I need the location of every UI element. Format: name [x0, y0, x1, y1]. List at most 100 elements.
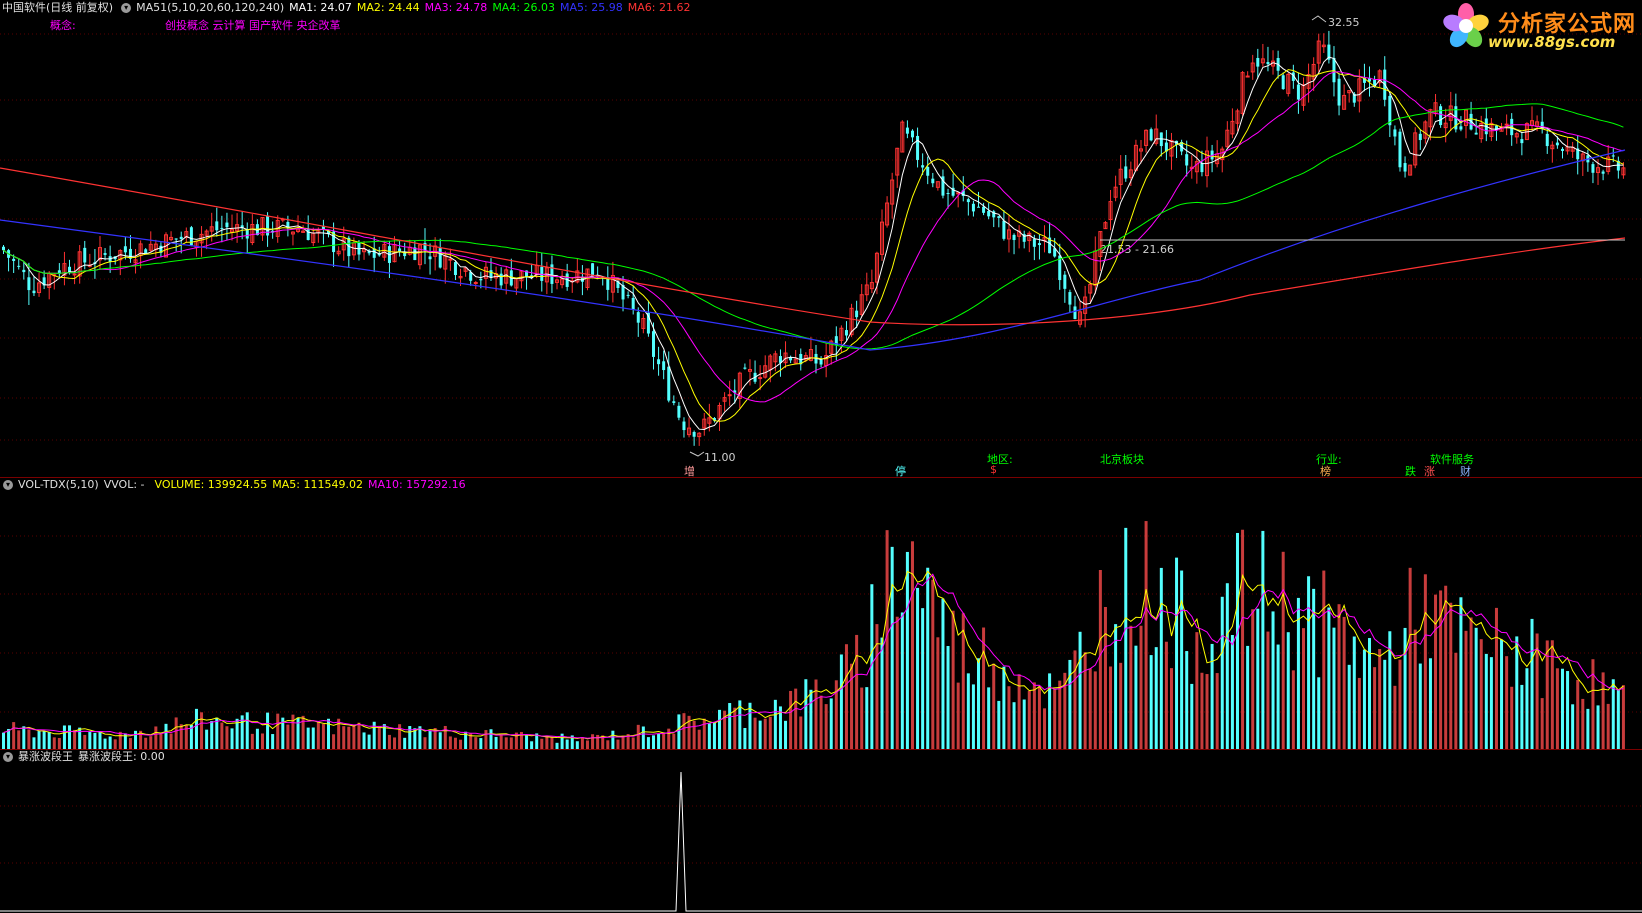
volume-bar [453, 737, 457, 749]
volume-bar [159, 733, 163, 749]
volume-bar [1418, 663, 1422, 749]
volume-bar [1362, 649, 1366, 749]
volume-bar [1175, 557, 1179, 749]
candle-body [489, 270, 493, 278]
volume-bar [789, 690, 793, 749]
volume-bar [921, 608, 925, 749]
volume-bar [728, 703, 732, 749]
candle-body [428, 256, 432, 260]
candle-body [971, 203, 975, 212]
volume-bar [489, 729, 493, 749]
volume-bar [773, 699, 777, 749]
volume-bar [118, 731, 122, 749]
volume-bar [839, 654, 843, 749]
high-marker [1311, 15, 1327, 23]
volume-bar [1342, 616, 1346, 749]
candle-body [1398, 131, 1402, 168]
volume-bar [916, 587, 920, 749]
volume-bar [362, 732, 366, 749]
volume-bar [210, 721, 214, 749]
volume-bar [977, 658, 980, 749]
volume-bar [1454, 652, 1458, 749]
volume-bar [200, 712, 204, 749]
candle-body [987, 211, 991, 217]
volume-bar [255, 728, 259, 749]
volume-bar [910, 541, 914, 749]
candle-body [636, 312, 640, 323]
volume-bar [1327, 607, 1331, 749]
volume-bar [1479, 639, 1483, 749]
volume-bar [1053, 689, 1057, 749]
volume-bar [1220, 596, 1224, 749]
volume-bar [332, 734, 336, 749]
volume-bar [128, 738, 132, 749]
volume-bar [799, 716, 803, 749]
volume-bar [850, 663, 854, 749]
volume-bar [1043, 708, 1047, 749]
volume-bar [875, 624, 879, 749]
volume-bar [260, 733, 264, 749]
volume-bar [1510, 686, 1514, 749]
candle-body [1439, 106, 1443, 126]
volume-bar [880, 637, 884, 749]
volume-bar [509, 737, 513, 749]
volume-bar [1317, 677, 1321, 749]
volume-bar [966, 673, 970, 749]
volume-bar [784, 720, 788, 749]
volume-bar [306, 727, 310, 749]
volume-bar [499, 735, 503, 749]
candle-body [682, 421, 686, 431]
volume-bar [1058, 680, 1062, 749]
volume-bar [1109, 666, 1113, 749]
volume-bar [677, 714, 681, 749]
volume-bar [68, 725, 72, 749]
volume-bar [1383, 659, 1387, 749]
candle-body [12, 258, 16, 261]
volume-bar [611, 730, 615, 749]
volume-bar [1444, 585, 1448, 749]
volume-bar [311, 727, 315, 749]
site-logo[interactable]: 分析家公式网 www.88gs.com [1436, 2, 1642, 54]
chart-canvas[interactable] [0, 0, 1642, 913]
volume-bar [707, 723, 711, 749]
volume-bar [1114, 624, 1118, 749]
volume-bar [1256, 608, 1260, 749]
volume-bar [1032, 682, 1036, 749]
volume-bar [555, 742, 559, 749]
volume-bar [235, 718, 239, 749]
volume-bar [113, 739, 117, 749]
volume-bar [743, 728, 747, 749]
volume-bar [1413, 629, 1417, 749]
volume-bar [575, 741, 579, 749]
candle-body [1504, 123, 1509, 126]
candle-body [1200, 162, 1204, 173]
volume-bar [17, 730, 21, 749]
volume-bar [1525, 668, 1529, 749]
candle-body [667, 366, 671, 401]
volume-bar [941, 598, 945, 749]
candle-body [662, 361, 666, 371]
volume-bar [179, 724, 183, 749]
volume-bar [855, 634, 859, 749]
volume-bar [1027, 690, 1031, 749]
low-marker [689, 451, 705, 457]
candle-body [1068, 292, 1072, 305]
volume-bar [57, 737, 61, 749]
volume-bar [865, 687, 869, 749]
candle-body [926, 167, 930, 176]
volume-bar [525, 735, 529, 749]
candle-body [743, 367, 747, 369]
candle-body [692, 431, 696, 437]
volume-bar [494, 736, 498, 749]
volume-bar [1246, 645, 1250, 749]
volume-bar [73, 729, 77, 749]
volume-bar [352, 724, 356, 749]
candle-body [931, 178, 935, 184]
volume-bar [1530, 618, 1534, 749]
volume-bar [956, 682, 960, 749]
candle-body [905, 127, 909, 134]
volume-bar [1215, 673, 1219, 749]
candle-body [22, 269, 26, 273]
volume-bar [1434, 594, 1438, 749]
candle-body [1388, 95, 1392, 126]
